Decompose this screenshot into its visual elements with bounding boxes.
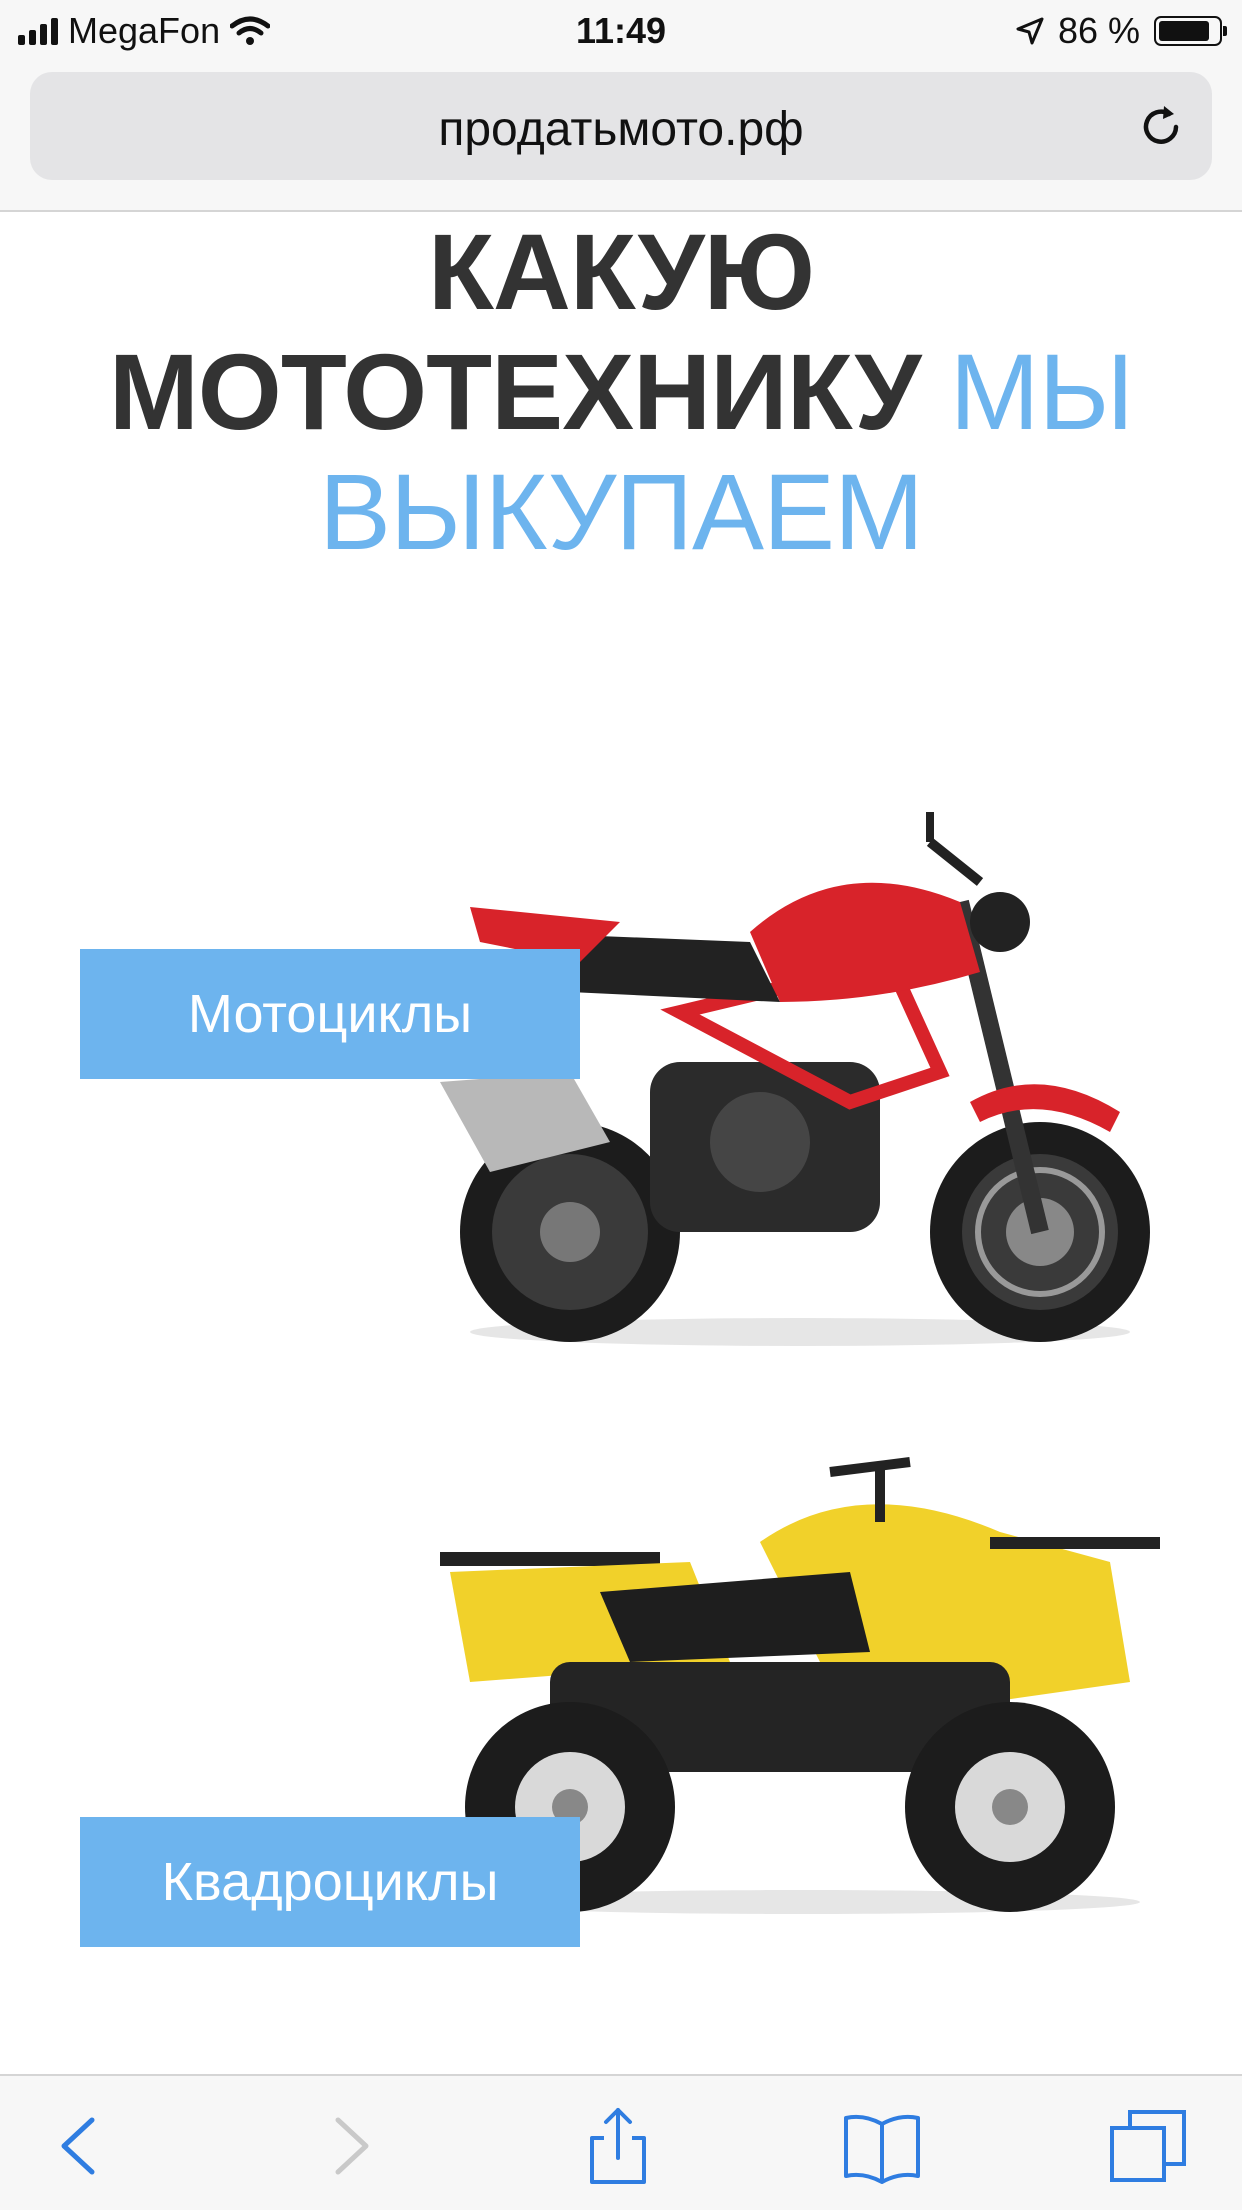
title-line-2: МОТОТЕХНИКУ МЫ [108, 331, 1135, 452]
status-bar-right: 86 % [1016, 10, 1227, 52]
url-text[interactable]: продатьмото.рф [30, 102, 1212, 157]
location-arrow-icon [1016, 17, 1044, 45]
share-icon[interactable] [578, 2106, 658, 2186]
status-bar: MegaFon 11:49 86 % [0, 0, 1242, 62]
bookmarks-icon[interactable] [842, 2106, 922, 2186]
reload-icon[interactable] [1136, 102, 1186, 152]
title-line-1: КАКУЮ [427, 212, 815, 332]
motorcycles-button[interactable]: Мотоциклы [80, 949, 580, 1079]
browser-toolbar [0, 2074, 1242, 2210]
motorcycle-image [440, 812, 1150, 1346]
battery-icon [1154, 16, 1227, 46]
title-line-3: ВЫКУПАЕМ [318, 451, 924, 572]
battery-percent: 86 % [1057, 10, 1140, 51]
browser-top-bar: продатьмото.рф [0, 62, 1242, 212]
category-atv: Квадроциклы [0, 1452, 1242, 2074]
page-content: КАКУЮ МОТОТЕХНИКУ МЫ ВЫКУПАЕМ Мотоциклы … [0, 212, 1242, 2074]
back-icon[interactable] [40, 2106, 120, 2186]
battery-level [1159, 21, 1209, 41]
page-title: КАКУЮ МОТОТЕХНИКУ МЫ ВЫКУПАЕМ [0, 212, 1242, 572]
category-motorcycles: Мотоциклы [0, 792, 1242, 1492]
atv-button[interactable]: Квадроциклы [80, 1817, 580, 1947]
title-light-word: МЫ [949, 331, 1135, 452]
address-bar[interactable]: продатьмото.рф [30, 72, 1212, 180]
tabs-icon[interactable] [1108, 2106, 1188, 2186]
forward-icon[interactable] [310, 2106, 390, 2186]
